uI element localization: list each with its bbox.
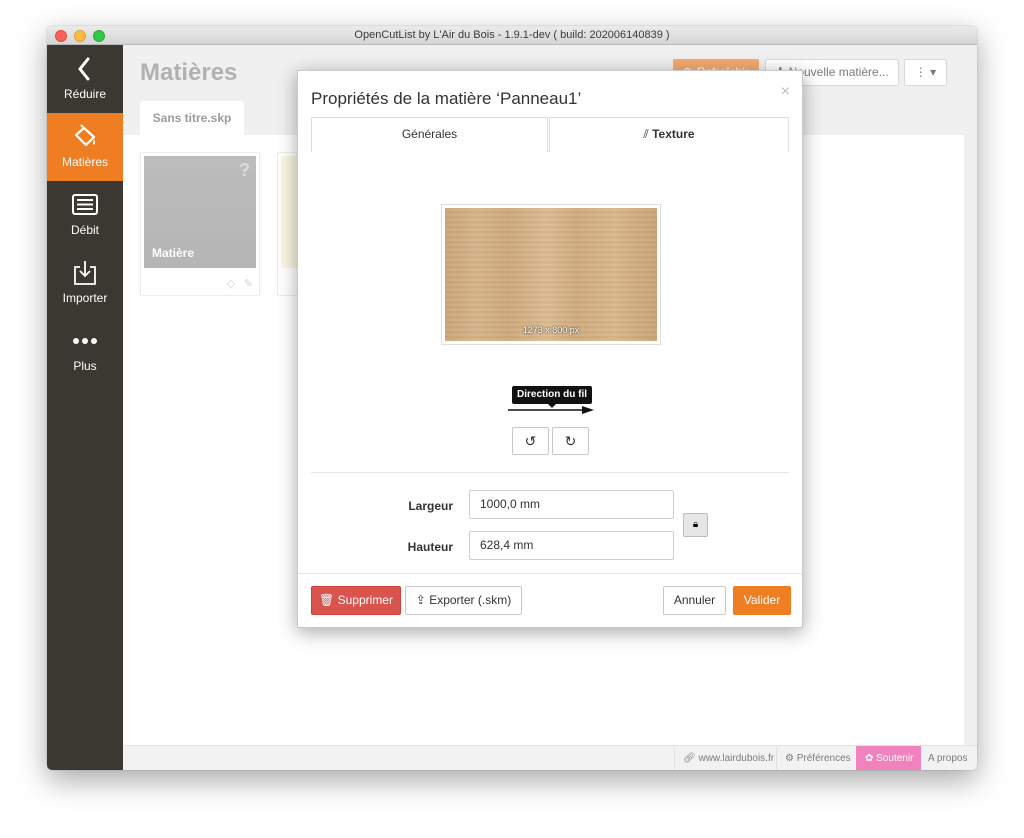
rotate-left-button[interactable]: ↺ — [512, 427, 549, 455]
sidebar-item-label: Importer — [62, 291, 108, 305]
height-label: Hauteur — [407, 540, 453, 554]
import-icon — [74, 261, 96, 285]
rotate-right-icon: ↻ — [564, 433, 577, 449]
sidebar-item-label: Matières — [61, 155, 108, 169]
divider — [311, 472, 789, 473]
rotate-right-button[interactable]: ↻ — [552, 427, 589, 455]
grain-direction-arrow — [508, 406, 594, 414]
texture-preview: 1273 x 800 px — [441, 204, 661, 345]
tab-texture[interactable]: ⫽ Texture — [549, 117, 789, 153]
tab-label: Générales — [401, 127, 458, 141]
export-label: Exporter (.skm) — [429, 593, 512, 607]
sidebar-item-importer[interactable]: Importer — [47, 249, 123, 317]
sidebar-item-matieres[interactable]: Matières — [47, 113, 123, 181]
minimize-window-button[interactable] — [74, 30, 86, 42]
paint-bucket-icon — [74, 124, 96, 147]
tab-generales[interactable]: Générales — [311, 117, 548, 152]
cancel-label: Annuler — [673, 593, 716, 607]
sidebar-item-label: Plus — [73, 359, 97, 373]
sidebar-item-label: Débit — [70, 223, 99, 237]
export-icon: ⇪ — [415, 593, 430, 607]
chevron-left-icon — [78, 57, 90, 81]
validate-button[interactable]: Valider — [733, 586, 791, 615]
list-icon — [72, 194, 98, 215]
sidebar-item-reduire[interactable]: Réduire — [47, 45, 123, 113]
export-button[interactable]: ⇪ Exporter (.skm) — [405, 586, 522, 615]
title-bar: OpenCutList by L'Air du Bois - 1.9.1-dev… — [47, 26, 977, 45]
grain-lines — [445, 208, 657, 341]
sidebar-item-debit[interactable]: Débit — [47, 181, 123, 249]
cancel-button[interactable]: Annuler — [663, 586, 726, 615]
validate-label: Valider — [743, 593, 781, 607]
lock-icon: 🔒︎ — [692, 519, 699, 530]
sidebar: Réduire Matières Débit Importer Plus — [47, 45, 123, 770]
sidebar-item-label: Réduire — [63, 87, 107, 101]
grain-direction-tooltip: Direction du fil — [512, 386, 592, 404]
delete-label: Supprimer — [337, 593, 393, 607]
wood-texture-image: 1273 x 800 px — [445, 208, 657, 341]
trash-icon: 🗑︎ — [319, 593, 338, 607]
tab-label: Texture — [652, 127, 695, 141]
close-icon[interactable]: × — [781, 83, 790, 101]
more-dots-icon — [73, 338, 97, 344]
sidebar-item-plus[interactable]: Plus — [47, 317, 123, 385]
delete-button[interactable]: 🗑︎ Supprimer — [311, 586, 401, 615]
height-input[interactable]: 628,4 mm — [469, 531, 674, 560]
width-label: Largeur — [408, 499, 453, 513]
lock-ratio-button[interactable]: 🔒︎ — [683, 513, 708, 537]
material-properties-dialog: Propriétés de la matière ‘Panneau1’ × Gé… — [297, 70, 803, 628]
width-input[interactable]: 1000,0 mm — [469, 490, 674, 519]
rotate-left-icon: ↺ — [524, 433, 537, 449]
texture-size-label: 1273 x 800 px — [522, 325, 580, 335]
window-title: OpenCutList by L'Air du Bois - 1.9.1-dev… — [354, 29, 670, 41]
texture-icon: ⫽ — [643, 127, 653, 141]
dialog-title: Propriétés de la matière ‘Panneau1’ — [311, 89, 582, 108]
dialog-tabs: Générales ⫽ Texture — [311, 117, 789, 153]
close-window-button[interactable] — [55, 30, 67, 42]
zoom-window-button[interactable] — [93, 30, 105, 42]
